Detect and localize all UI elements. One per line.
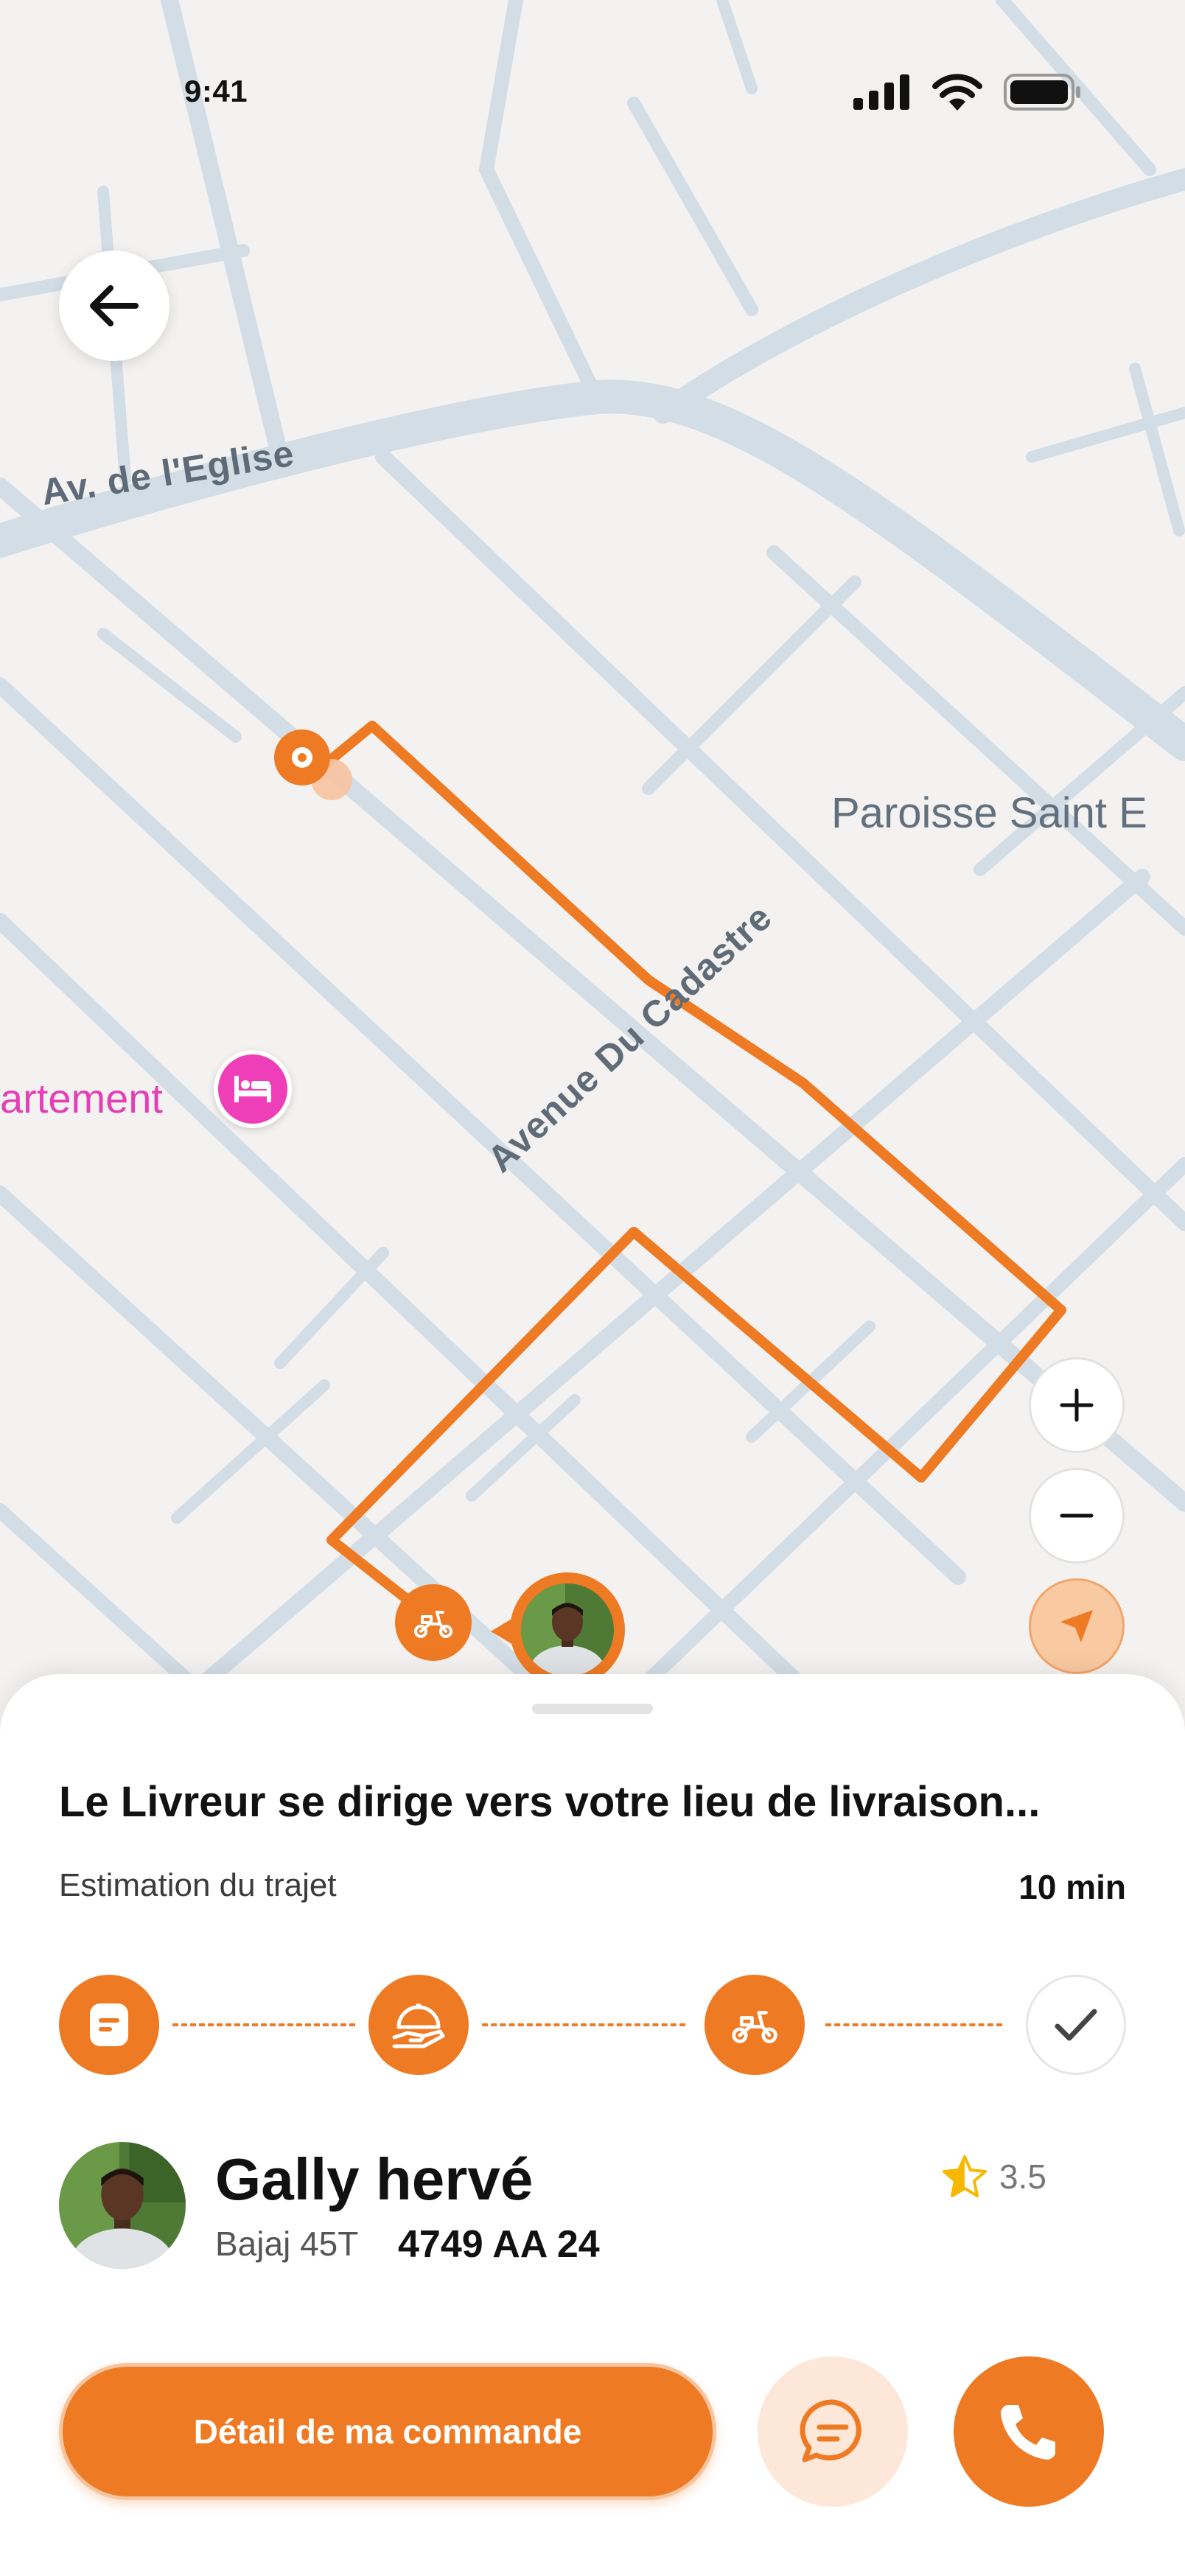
step-connector-1 bbox=[172, 2023, 355, 2026]
minus-icon bbox=[1060, 1513, 1094, 1518]
call-button[interactable] bbox=[954, 2356, 1104, 2507]
signal-icon bbox=[853, 74, 909, 110]
step-connector-3 bbox=[825, 2023, 1002, 2026]
battery-icon bbox=[1004, 74, 1080, 111]
chat-button[interactable] bbox=[758, 2356, 908, 2507]
wifi-icon bbox=[932, 74, 982, 111]
eta-label: Estimation du trajet bbox=[59, 1867, 337, 1903]
driver-photo bbox=[521, 1583, 614, 1676]
driver-avatar[interactable] bbox=[59, 2142, 186, 2269]
sheet-drag-handle[interactable] bbox=[532, 1704, 653, 1714]
order-details-button[interactable]: Détail de ma commande bbox=[59, 2363, 716, 2500]
zoom-in-button[interactable] bbox=[1029, 1357, 1125, 1453]
vehicle-model: Bajaj 45T bbox=[215, 2225, 359, 2263]
step-on-the-way bbox=[705, 1975, 805, 2075]
plus-icon bbox=[1060, 1388, 1094, 1422]
courier-scooter-marker[interactable] bbox=[395, 1584, 472, 1661]
map-view[interactable] bbox=[0, 0, 1185, 1768]
step-order-confirmed bbox=[59, 1975, 159, 2075]
recenter-location-button[interactable] bbox=[1029, 1578, 1125, 1674]
eta-value: 10 min bbox=[1018, 1868, 1126, 1906]
receipt-icon bbox=[90, 2003, 128, 2046]
back-button[interactable] bbox=[59, 251, 169, 361]
delivery-status-title: Le Livreur se dirige vers votre lieu de … bbox=[59, 1778, 1041, 1826]
zoom-out-button[interactable] bbox=[1029, 1468, 1125, 1564]
step-order-prepared bbox=[368, 1975, 469, 2075]
step-delivered bbox=[1026, 1975, 1126, 2075]
status-time: 9:41 bbox=[184, 74, 248, 108]
cloche-icon bbox=[392, 2003, 445, 2048]
check-icon bbox=[1055, 2009, 1097, 2041]
location-arrow-icon bbox=[1060, 1610, 1093, 1642]
hotel-poi-pin[interactable] bbox=[214, 1050, 292, 1128]
scooter-icon bbox=[732, 2011, 777, 2043]
step-connector-2 bbox=[482, 2023, 685, 2026]
license-plate: 4749 AA 24 bbox=[398, 2223, 600, 2266]
driver-avatar-marker[interactable] bbox=[510, 1572, 625, 1687]
chat-bubble-icon bbox=[800, 2399, 861, 2463]
tracking-bottom-sheet: Le Livreur se dirige vers votre lieu de … bbox=[0, 1674, 1185, 2576]
poi-label-appartement[interactable]: artement bbox=[0, 1074, 163, 1122]
driver-name: Gally hervé bbox=[215, 2146, 534, 2212]
poi-label-paroisse[interactable]: Paroisse Saint E bbox=[831, 788, 1147, 838]
rating-value: 3.5 bbox=[999, 2157, 1046, 2196]
star-half-icon bbox=[943, 2155, 987, 2197]
driver-rating: 3.5 bbox=[942, 2155, 1046, 2199]
scooter-icon bbox=[414, 1611, 452, 1638]
bed-icon bbox=[234, 1076, 271, 1102]
driver-photo bbox=[59, 2142, 186, 2269]
phone-icon bbox=[1001, 2405, 1055, 2460]
arrow-left-icon bbox=[90, 285, 139, 326]
status-icons bbox=[853, 74, 1082, 111]
status-bar: 9:41 bbox=[0, 0, 1185, 192]
